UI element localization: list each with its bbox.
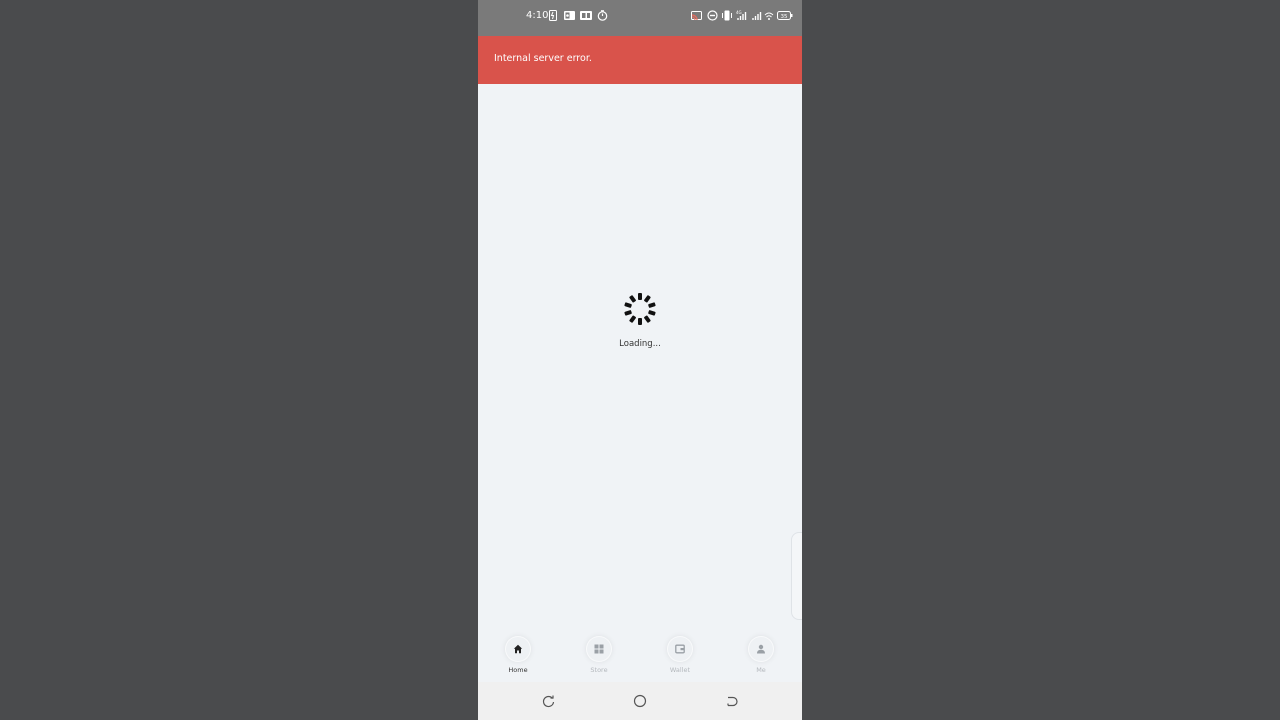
nav-item-home[interactable]: Home xyxy=(488,636,548,680)
spinner-icon xyxy=(623,292,657,326)
phone-screen: 4:10 4G 35 Internal server error. Loadin… xyxy=(478,0,802,720)
bottom-nav: Home Store Wallet Me xyxy=(478,630,802,682)
loading-text: Loading... xyxy=(619,339,661,349)
battery-saver-icon xyxy=(549,10,557,21)
vibrate-icon xyxy=(721,10,733,21)
nav-item-store[interactable]: Store xyxy=(569,636,629,680)
back-icon[interactable] xyxy=(724,694,738,708)
nav-item-wallet[interactable]: Wallet xyxy=(650,636,710,680)
battery-level: 35 xyxy=(781,14,788,20)
office-icon xyxy=(580,10,592,21)
side-drawer-handle[interactable] xyxy=(791,532,802,620)
wallet-icon xyxy=(667,636,693,662)
home-circle-icon[interactable] xyxy=(633,694,647,708)
nav-label-store: Store xyxy=(590,666,608,674)
status-bar: 4:10 4G 35 xyxy=(478,0,802,36)
grid-icon xyxy=(586,636,612,662)
outlook-icon xyxy=(564,10,575,21)
timer-icon xyxy=(597,10,608,21)
error-banner: Internal server error. xyxy=(478,36,802,84)
battery-icon: 35 xyxy=(777,10,793,21)
nav-label-me: Me xyxy=(756,666,766,674)
svg-text:4G: 4G xyxy=(736,10,742,15)
cast-icon xyxy=(691,10,702,21)
system-navigation-bar xyxy=(478,682,802,720)
nav-label-home: Home xyxy=(508,666,528,674)
person-icon xyxy=(748,636,774,662)
home-icon xyxy=(505,636,531,662)
do-not-disturb-icon xyxy=(707,10,718,21)
nav-item-me[interactable]: Me xyxy=(731,636,791,680)
recents-icon[interactable] xyxy=(541,694,555,708)
signal-icon xyxy=(751,10,762,21)
error-message: Internal server error. xyxy=(494,53,592,64)
signal-4g-icon: 4G xyxy=(736,10,747,21)
status-time: 4:10 xyxy=(526,10,549,21)
nav-label-wallet: Wallet xyxy=(669,666,691,674)
wifi-icon xyxy=(764,10,774,21)
